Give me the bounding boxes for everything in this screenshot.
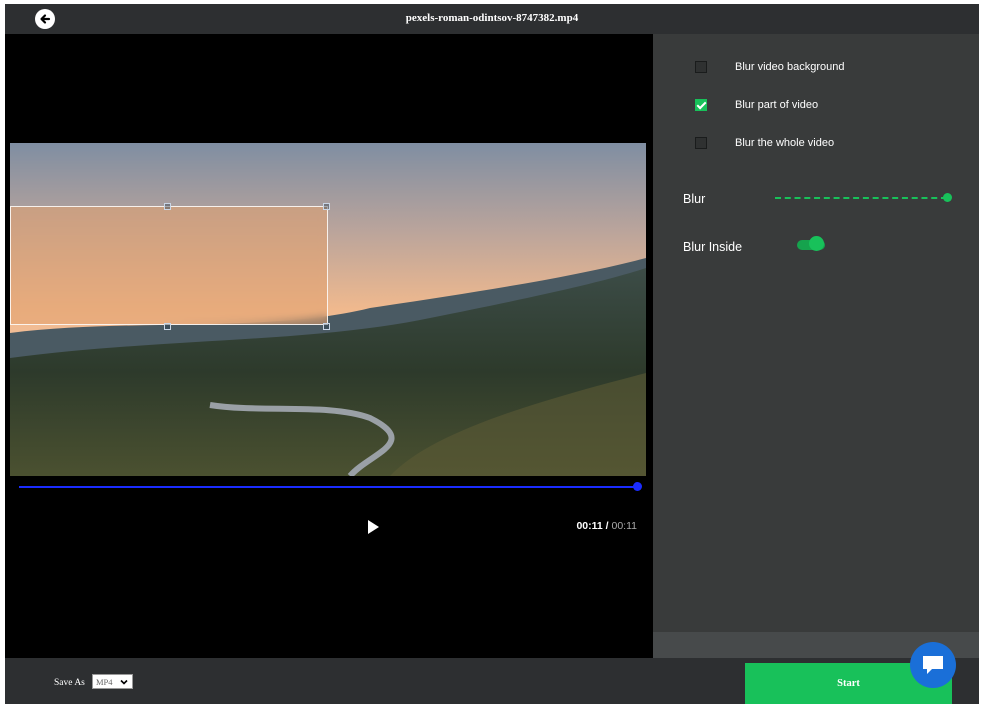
time-separator: / bbox=[602, 520, 612, 532]
format-select[interactable]: MP4 bbox=[92, 674, 133, 689]
play-button[interactable] bbox=[365, 519, 381, 535]
blur-label: Blur bbox=[683, 192, 706, 206]
resize-handle[interactable] bbox=[164, 203, 171, 210]
video-frame[interactable] bbox=[10, 143, 646, 476]
checkbox[interactable] bbox=[695, 137, 707, 149]
option-blur-whole[interactable]: Blur the whole video bbox=[695, 133, 834, 153]
chat-button[interactable] bbox=[910, 642, 956, 688]
play-icon bbox=[368, 520, 379, 534]
checkbox-checked[interactable] bbox=[695, 99, 707, 111]
arrow-left-circle-icon bbox=[40, 14, 51, 24]
bottom-bar: Save As MP4 Start bbox=[5, 658, 979, 704]
back-button[interactable] bbox=[35, 9, 55, 29]
option-blur-part[interactable]: Blur part of video bbox=[695, 95, 818, 115]
duration: 00:11 bbox=[611, 520, 638, 532]
file-title: pexels-roman-odintsov-8747382.mp4 bbox=[405, 12, 579, 24]
blur-slider-thumb[interactable] bbox=[943, 193, 952, 202]
time-display: 00:11 / 00:11 bbox=[576, 520, 637, 532]
blur-video-editor: pexels-roman-odintsov-8747382.mp4 00:11 … bbox=[5, 4, 979, 704]
current-time: 00:11 bbox=[576, 520, 603, 532]
resize-handle[interactable] bbox=[164, 323, 171, 330]
option-label: Blur video background bbox=[735, 61, 845, 73]
option-label: Blur part of video bbox=[735, 99, 819, 111]
settings-panel: Blur video background Blur part of video… bbox=[653, 34, 979, 632]
resize-handle[interactable] bbox=[323, 203, 330, 210]
chat-bubble-icon bbox=[923, 656, 943, 674]
chevron-down-icon bbox=[120, 679, 128, 685]
video-player: 00:11 / 00:11 bbox=[5, 34, 653, 658]
resize-handle[interactable] bbox=[323, 323, 330, 330]
option-blur-background[interactable]: Blur video background bbox=[695, 57, 844, 77]
seek-thumb[interactable] bbox=[633, 482, 642, 491]
option-label: Blur the whole video bbox=[735, 137, 835, 149]
checkbox[interactable] bbox=[695, 61, 707, 73]
blur-inside-label: Blur Inside bbox=[683, 240, 743, 254]
save-as-label: Save As bbox=[54, 678, 85, 688]
toggle-knob[interactable] bbox=[809, 236, 824, 251]
title-bar: pexels-roman-odintsov-8747382.mp4 bbox=[5, 4, 979, 34]
format-value: MP4 bbox=[96, 676, 113, 687]
seek-bar[interactable] bbox=[19, 486, 637, 488]
blur-slider[interactable] bbox=[775, 197, 947, 199]
blur-region[interactable] bbox=[10, 206, 328, 325]
